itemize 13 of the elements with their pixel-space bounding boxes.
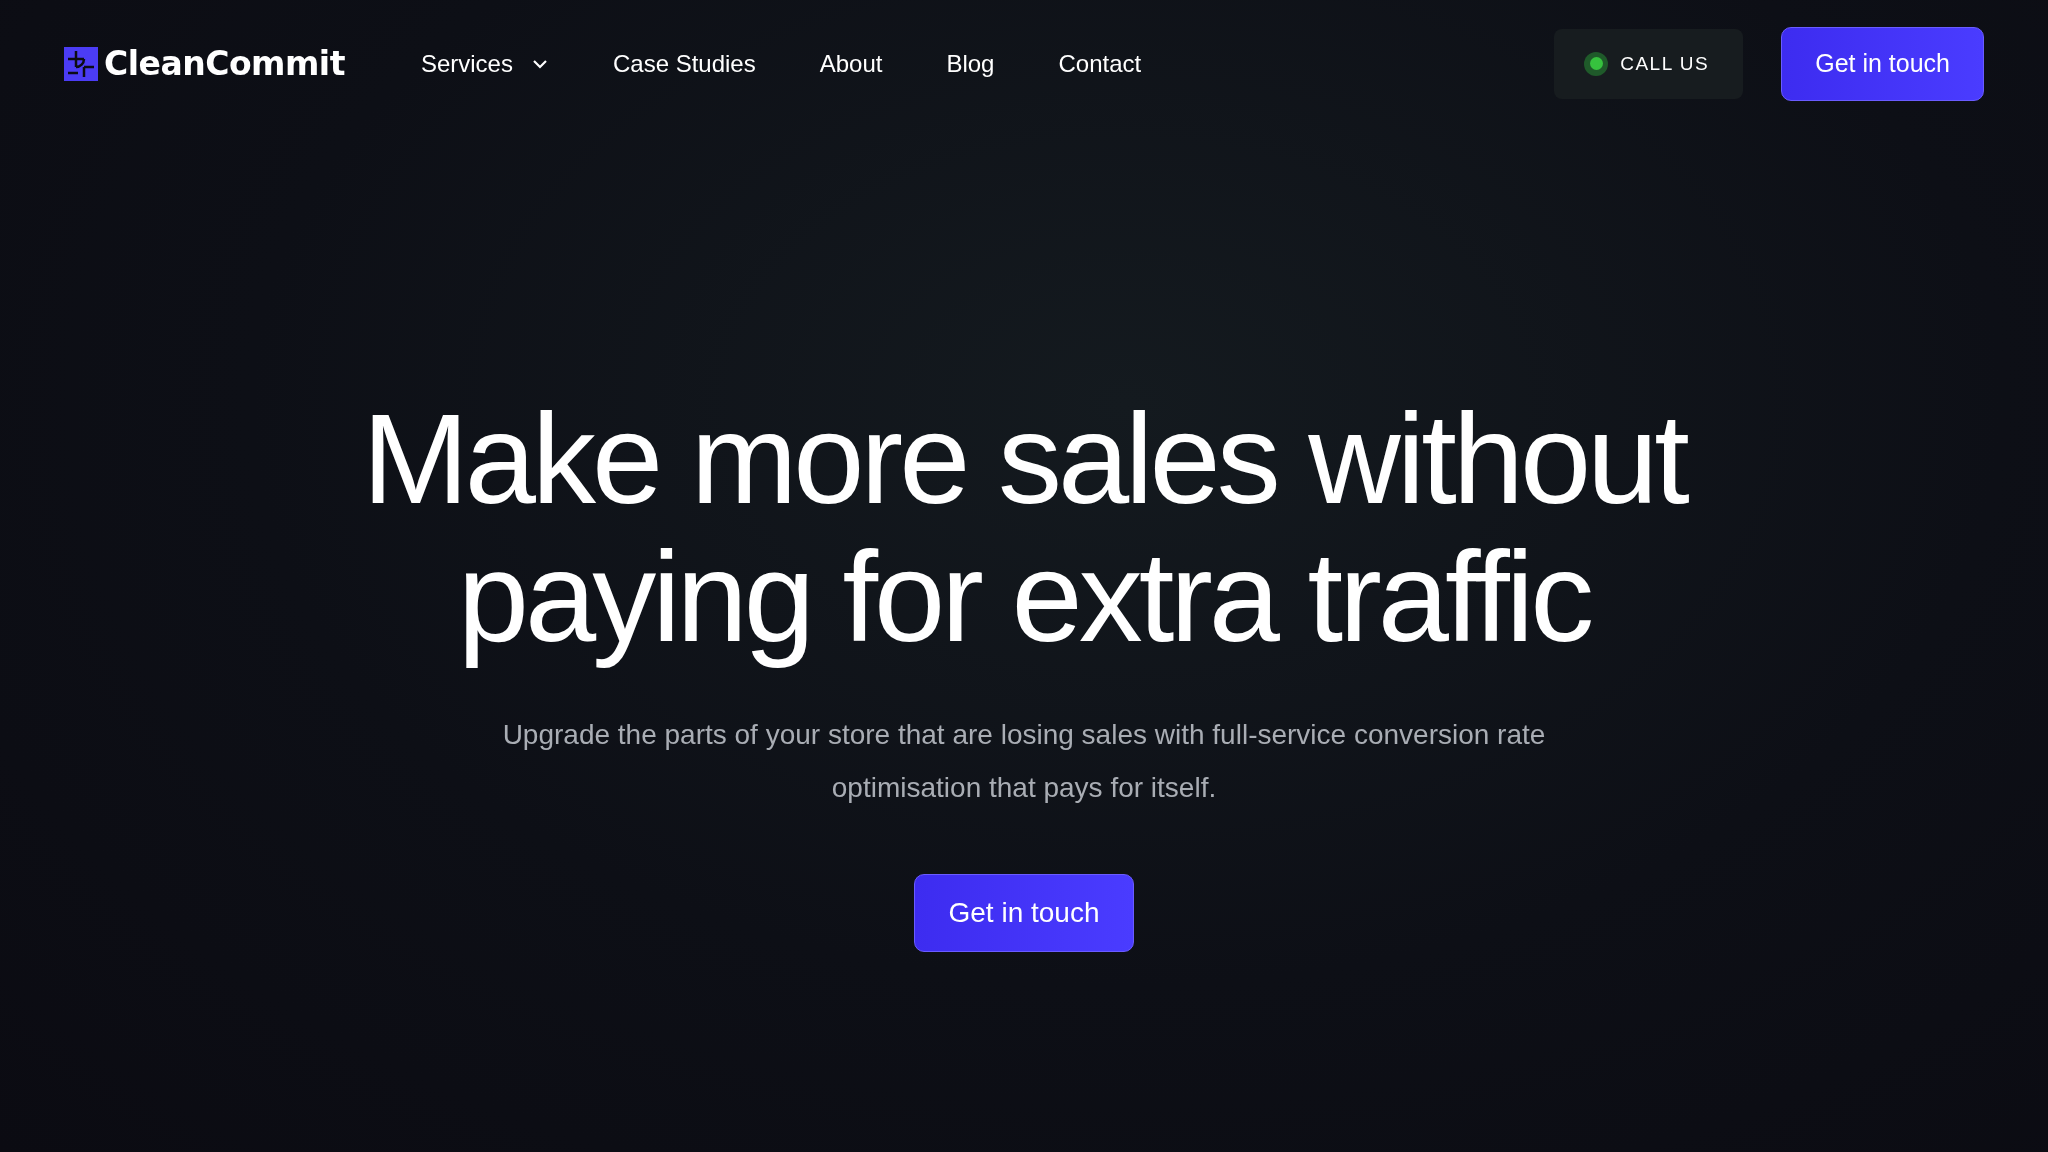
- nav-link[interactable]: Case Studies: [612, 49, 756, 78]
- logo-icon: [64, 46, 98, 81]
- nav-link[interactable]: Blog: [946, 49, 995, 78]
- nav-link[interactable]: About: [819, 49, 883, 78]
- nav-link[interactable]: Services: [420, 49, 549, 78]
- status-dot-icon: [1584, 51, 1609, 76]
- get-in-touch-button[interactable]: Get in touch: [1781, 26, 1984, 101]
- call-us-button[interactable]: CALL US: [1554, 28, 1744, 99]
- brand-name[interactable]: CleanCommit: [104, 44, 345, 83]
- hero-subtitle: Upgrade the parts of your store that are losing sales with full-service conversion rate optimisation that pays for itself.: [501, 718, 1547, 805]
- chevron-down-icon: [530, 57, 549, 70]
- nav-link[interactable]: Contact: [1058, 49, 1142, 78]
- get-in-touch-button[interactable]: Get in touch: [913, 874, 1135, 952]
